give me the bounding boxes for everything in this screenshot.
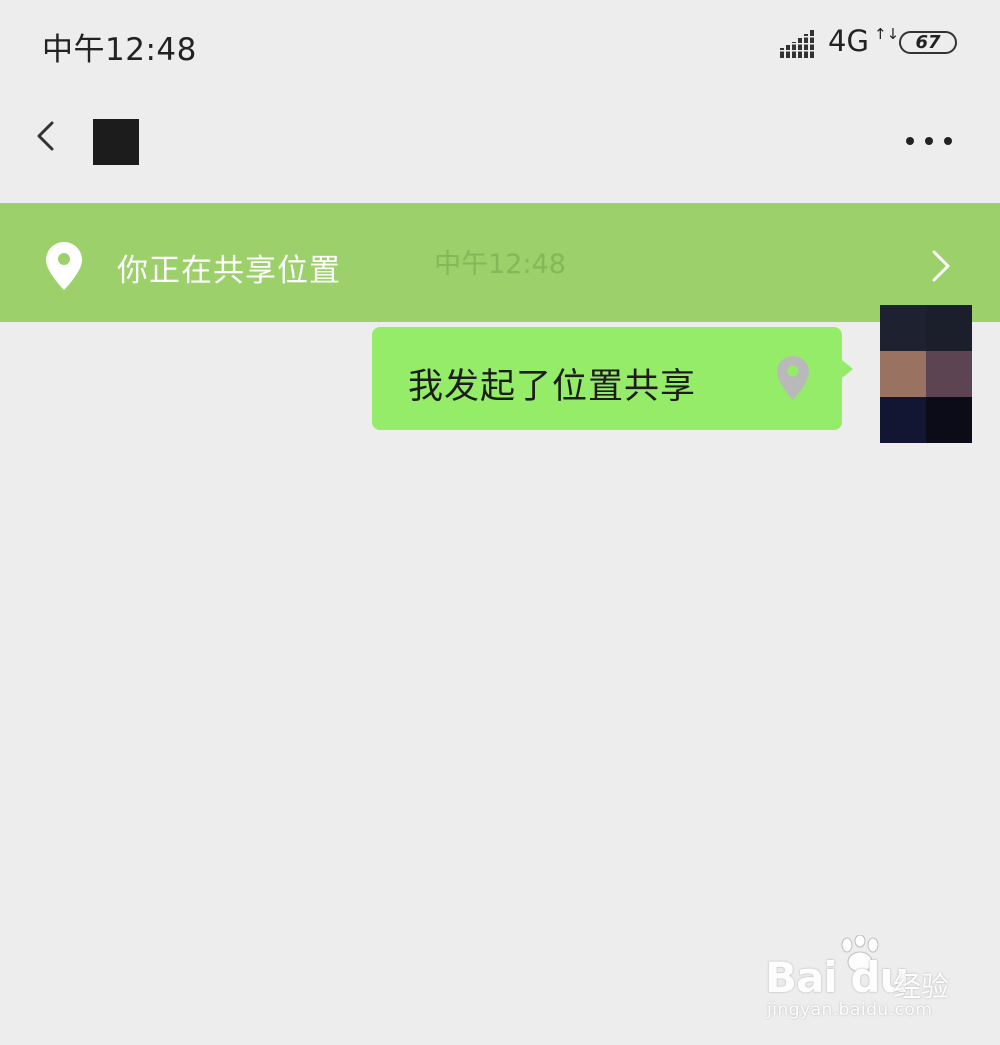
- bubble-tail: [842, 360, 853, 378]
- status-bar: 中午12:48 4G ↑↓ 67: [0, 0, 1000, 90]
- baidu-watermark: Bai du 经验 jingyan.baidu.com: [765, 935, 965, 1030]
- avatar[interactable]: [880, 305, 972, 443]
- battery-level: 67: [915, 32, 941, 53]
- message-timestamp: 中午12:48: [434, 249, 566, 280]
- location-share-message-bubble[interactable]: 我发起了位置共享: [372, 327, 842, 430]
- message-row: 我发起了位置共享: [0, 300, 1000, 460]
- contact-name-redacted: [93, 119, 139, 165]
- back-chevron-icon[interactable]: [30, 120, 62, 152]
- location-pin-icon: [777, 356, 809, 400]
- network-type: 4G: [828, 24, 869, 58]
- watermark-logo-cn: 经验: [893, 970, 950, 1003]
- signal-strength-icon: [780, 30, 814, 58]
- watermark-url: jingyan.baidu.com: [767, 1000, 933, 1020]
- battery-icon: 67: [899, 31, 957, 54]
- more-dots-icon[interactable]: [905, 136, 953, 146]
- chat-header: [0, 90, 1000, 202]
- status-time: 中午12:48: [42, 32, 197, 68]
- message-text: 我发起了位置共享: [408, 367, 697, 407]
- watermark-logo-text: Bai du: [765, 953, 909, 1002]
- network-activity-icon: ↑↓: [874, 25, 900, 43]
